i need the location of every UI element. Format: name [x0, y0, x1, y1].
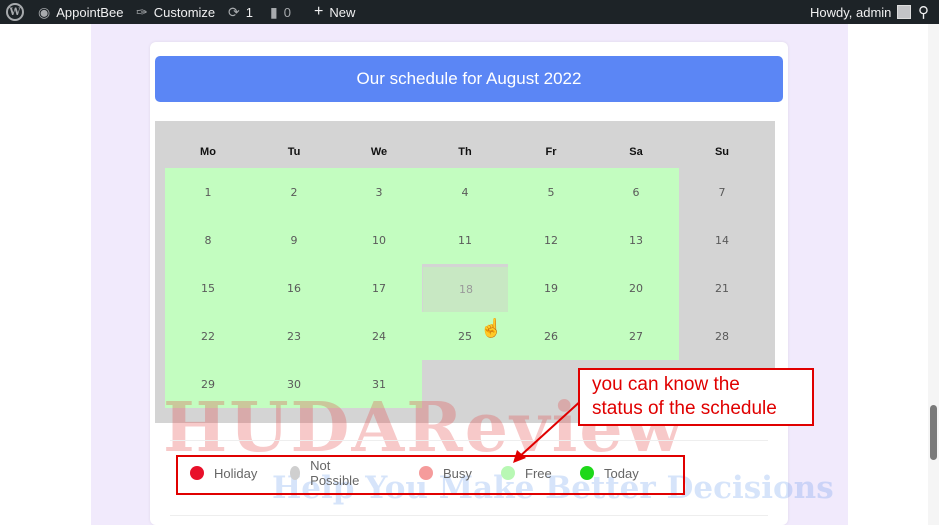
calendar-day[interactable]: 1 — [165, 168, 251, 216]
divider — [170, 515, 768, 516]
search-toggle[interactable]: ⚲ — [918, 0, 929, 24]
site-name-label: AppointBee — [56, 4, 124, 20]
annotation-callout: you can know the status of the schedule — [578, 368, 814, 426]
refresh-icon: ⟳ — [228, 4, 240, 20]
day-of-week-header: We — [370, 146, 388, 158]
site-name-menu[interactable]: ◉ AppointBee — [38, 0, 123, 24]
howdy-label: Howdy, admin — [810, 4, 892, 20]
calendar-day[interactable]: 13 — [593, 216, 679, 264]
calendar-day[interactable]: 6 — [593, 168, 679, 216]
comments-link[interactable]: ▮ 0 — [270, 0, 291, 24]
wp-admin-bar: W ◉ AppointBee ✑ Customize ⟳ 1 ▮ 0 + New… — [0, 0, 939, 24]
day-of-week-header: Tu — [287, 146, 301, 158]
hand-pointer-icon: ☝ — [480, 318, 503, 338]
calendar-day[interactable]: 24 — [336, 312, 422, 360]
calendar-day[interactable]: 8 — [165, 216, 251, 264]
calendar-day[interactable]: 10 — [336, 216, 422, 264]
legend-highlight-box — [176, 455, 685, 495]
calendar-day[interactable]: 5 — [508, 168, 594, 216]
calendar-day[interactable]: 18 — [423, 267, 509, 312]
calendar-day[interactable]: 15 — [165, 264, 251, 312]
calendar-day[interactable]: 11 — [422, 216, 508, 264]
customize-link[interactable]: ✑ Customize — [136, 0, 215, 24]
day-of-week-header: Fr — [545, 146, 557, 158]
calendar-day[interactable]: 9 — [251, 216, 337, 264]
calendar-day[interactable]: 14 — [679, 216, 765, 264]
day-of-week-header: Sa — [629, 146, 643, 158]
schedule-title: Our schedule for August 2022 — [155, 56, 783, 102]
updates-count: 1 — [245, 4, 253, 20]
my-account-menu[interactable]: Howdy, admin — [810, 0, 912, 24]
plus-icon: + — [314, 3, 324, 20]
wp-logo-menu[interactable]: W — [6, 0, 24, 24]
calendar-day[interactable]: 21 — [679, 264, 765, 312]
wordpress-logo-icon: W — [6, 3, 24, 21]
scrollbar-thumb[interactable] — [930, 405, 937, 460]
customize-label: Customize — [153, 4, 216, 20]
calendar-day[interactable]: 27 — [593, 312, 679, 360]
comment-icon: ▮ — [270, 4, 278, 20]
calendar-day[interactable]: 16 — [251, 264, 337, 312]
search-icon: ⚲ — [918, 4, 929, 21]
calendar-day[interactable]: 19 — [508, 264, 594, 312]
calendar-day[interactable]: 2 — [251, 168, 337, 216]
updates-link[interactable]: ⟳ 1 — [228, 0, 253, 24]
calendar-day[interactable]: 3 — [336, 168, 422, 216]
calendar-day[interactable]: 20 — [593, 264, 679, 312]
day-of-week-header: Th — [458, 146, 472, 158]
day-of-week-header: Mo — [200, 146, 216, 158]
calendar-day[interactable]: 22 — [165, 312, 251, 360]
annotation-line-2: status of the schedule — [592, 398, 777, 419]
calendar-day[interactable]: 12 — [508, 216, 594, 264]
avatar — [897, 5, 912, 19]
calendar-day[interactable]: 26 — [508, 312, 594, 360]
new-content-menu[interactable]: + New — [314, 0, 355, 24]
new-label: New — [329, 4, 356, 20]
calendar-day[interactable]: 7 — [679, 168, 765, 216]
calendar-day[interactable]: 23 — [251, 312, 337, 360]
dashboard-icon: ◉ — [38, 4, 51, 20]
calendar-day[interactable]: 4 — [422, 168, 508, 216]
brush-icon: ✑ — [136, 4, 148, 20]
calendar-day[interactable]: 28 — [679, 312, 765, 360]
comments-count: 0 — [283, 4, 291, 20]
day-of-week-header: Su — [714, 146, 730, 158]
calendar-day[interactable]: 17 — [336, 264, 422, 312]
divider — [170, 440, 768, 441]
annotation-line-1: you can know the — [592, 374, 740, 395]
